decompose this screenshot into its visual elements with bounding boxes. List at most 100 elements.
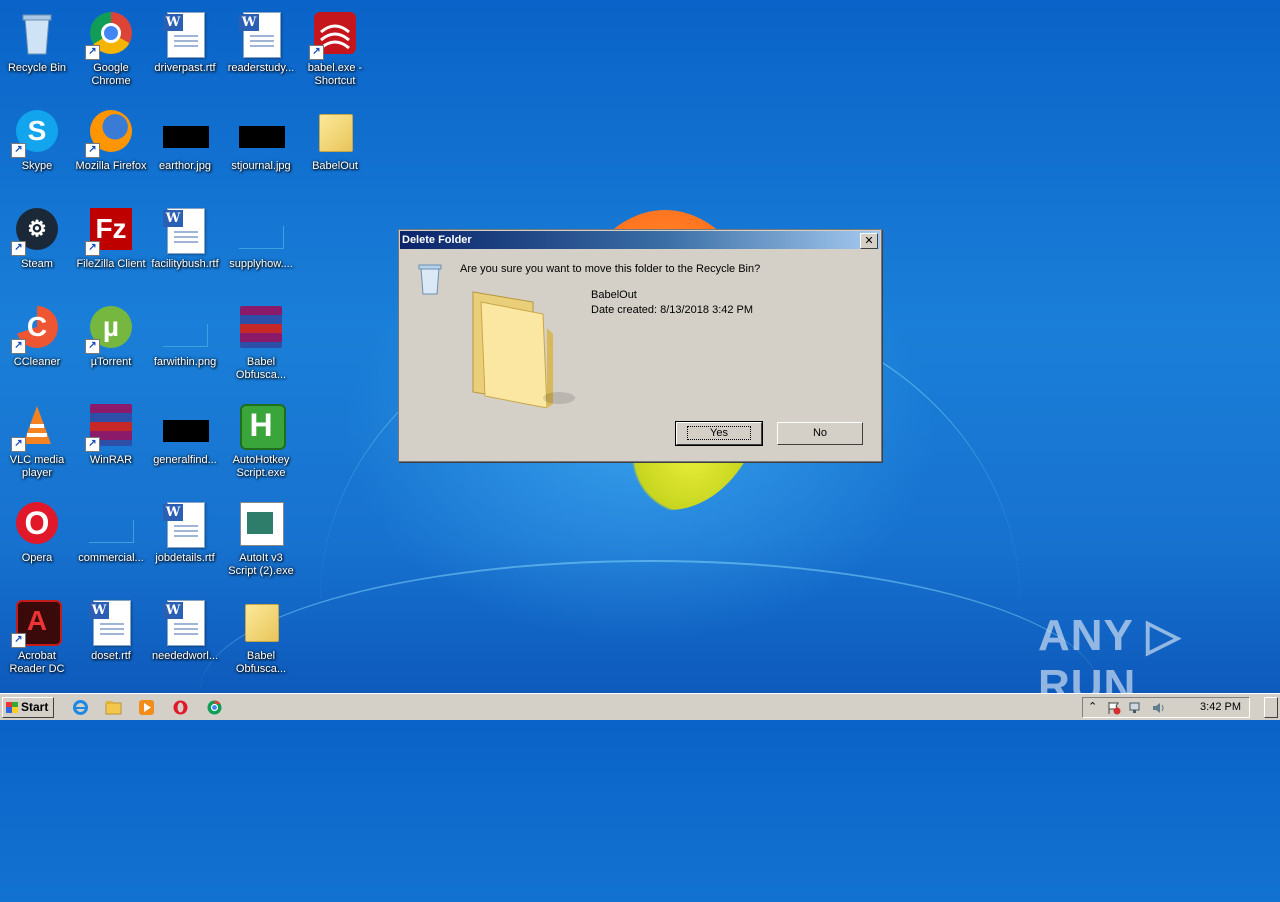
desktop-icon-label: BabelOut [312, 160, 358, 172]
desktop-icon-label: µTorrent [90, 356, 132, 368]
desktop-icon-label: CCleaner [13, 356, 61, 368]
desktop-icon-label: generalfind... [153, 454, 217, 466]
shortcut-arrow-icon: ↗ [85, 143, 100, 158]
shortcut-arrow-icon: ↗ [85, 241, 100, 256]
action-center-flag-icon[interactable] [1107, 701, 1121, 715]
taskbar: Start ⌃ 3:42 PM [0, 693, 1280, 720]
desktop-icon-acrobat[interactable]: A ↗ Acrobat Reader DC [0, 592, 74, 684]
desktop-icon-babelout[interactable]: BabelOut [298, 102, 372, 194]
image-thumbnail-icon [163, 126, 209, 148]
desktop-icon-babel-obfuscator-folder[interactable]: Babel Obfusca... [224, 592, 298, 684]
desktop-icon-driverpast[interactable]: W driverpast.rtf [148, 4, 222, 96]
desktop-icon-area: Recycle Bin S ↗ Skype ⚙ ↗ Steam C ↗ CCleane… [0, 0, 380, 690]
desktop-icon-recycle-bin[interactable]: Recycle Bin [0, 4, 74, 96]
no-button-label: No [812, 427, 828, 439]
autohotkey-icon: H [249, 407, 273, 443]
autoit-window-icon [247, 512, 273, 534]
desktop-icon-label: Mozilla Firefox [75, 160, 147, 172]
desktop-icon-label: readerstudy... [227, 62, 295, 74]
desktop-icon-opera[interactable]: O Opera [0, 494, 74, 586]
desktop-icon-label: facilitybush.rtf [151, 258, 219, 270]
desktop-icon-autoit[interactable]: AutoIt v3 Script (2).exe [224, 494, 298, 586]
image-thumbnail-icon [163, 420, 209, 442]
desktop-icon-label: Acrobat Reader DC [9, 650, 65, 675]
desktop-icon-label: farwithin.png [153, 356, 217, 368]
desktop-icon-label: AutoHotkey Script.exe [232, 454, 290, 479]
recycle-bin-icon [418, 264, 442, 295]
desktop-icon-label: Opera [21, 552, 53, 564]
desktop-icon-label: driverpast.rtf [154, 62, 216, 74]
desktop-icon-label: commercial... [78, 552, 144, 564]
desktop-icon-chrome[interactable]: ↗ Google Chrome [74, 4, 148, 96]
desktop-icon-label: earthor.jpg [159, 160, 211, 172]
desktop-icon-babel-shortcut[interactable]: ↗ babel.exe - Shortcut [298, 4, 372, 96]
desktop-icon-jobdetails[interactable]: W jobdetails.rtf [148, 494, 222, 586]
file-explorer-icon[interactable] [105, 699, 122, 716]
desktop-icon-label: Babel Obfusca... [235, 650, 287, 675]
desktop-icon-label: Recycle Bin [7, 62, 67, 74]
large-folder-icon [472, 291, 575, 408]
media-player-icon[interactable] [138, 699, 155, 716]
word-badge-icon: W [239, 14, 259, 31]
desktop-icon-skype[interactable]: S ↗ Skype [0, 102, 74, 194]
desktop-icon-filezilla[interactable]: Fz ↗ FileZilla Client [74, 200, 148, 292]
desktop-icon-readerstudy[interactable]: W readerstudy... [224, 4, 298, 96]
desktop-icon-neededworl[interactable]: W neededworl... [148, 592, 222, 684]
desktop-icon-label: VLC media player [9, 454, 65, 479]
dialog-titlebar[interactable]: Delete Folder ✕ [400, 231, 880, 249]
desktop-icon-label: supplyhow.... [229, 258, 293, 270]
desktop-icon-label: Babel Obfusca... [235, 356, 287, 381]
desktop-icon-supplyhow[interactable]: supplyhow.... [224, 200, 298, 292]
desktop-icon-generalfind[interactable]: generalfind... [148, 396, 222, 488]
word-badge-icon: W [163, 602, 183, 619]
desktop-icon-vlc[interactable]: ↗ VLC media player [0, 396, 74, 488]
desktop-icon-label: Google Chrome [91, 62, 131, 87]
desktop-icon-babel-obfuscator[interactable]: Babel Obfusca... [224, 298, 298, 390]
tray-expand-arrow-icon[interactable]: ⌃ [1088, 700, 1097, 713]
desktop-icon-doset[interactable]: W doset.rtf [74, 592, 148, 684]
desktop-icon-label: FileZilla Client [76, 258, 146, 270]
image-file-icon [239, 226, 284, 249]
shortcut-arrow-icon: ↗ [85, 437, 100, 452]
opera-taskbar-icon[interactable] [172, 699, 189, 716]
desktop-icon-earthor[interactable]: earthor.jpg [148, 102, 222, 194]
desktop-icon-steam[interactable]: ⚙ ↗ Steam [0, 200, 74, 292]
shortcut-arrow-icon: ↗ [11, 339, 26, 354]
network-icon[interactable] [1129, 701, 1143, 715]
desktop-icon-label: WinRAR [89, 454, 133, 466]
desktop-icon-autohotkey[interactable]: H AutoHotkey Script.exe [224, 396, 298, 488]
desktop-icon-commercial[interactable]: commercial... [74, 494, 148, 586]
shortcut-arrow-icon: ↗ [11, 437, 26, 452]
desktop-icon-farwithin[interactable]: farwithin.png [148, 298, 222, 390]
shortcut-arrow-icon: ↗ [309, 45, 324, 60]
dialog-title: Delete Folder [402, 234, 472, 246]
dialog-close-button[interactable]: ✕ [860, 233, 878, 249]
folder-icon [245, 604, 279, 642]
folder-icon [319, 114, 353, 152]
shortcut-arrow-icon: ↗ [11, 633, 26, 648]
no-button[interactable]: No [777, 422, 863, 445]
internet-explorer-icon[interactable] [72, 699, 89, 716]
start-button[interactable]: Start [2, 697, 54, 718]
recycle-bin-icon [22, 14, 52, 55]
yes-button[interactable]: Yes [675, 421, 763, 446]
winrar-archive-icon [240, 306, 282, 348]
folder-name: BabelOut [591, 289, 637, 301]
desktop-icon-label: doset.rtf [91, 650, 131, 662]
image-file-icon [163, 324, 208, 347]
desktop-icon-label: Skype [21, 160, 53, 172]
volume-icon[interactable] [1151, 701, 1165, 715]
image-file-icon [89, 520, 134, 543]
image-thumbnail-icon [239, 126, 285, 148]
chrome-taskbar-icon[interactable] [206, 699, 223, 716]
show-desktop-button[interactable] [1264, 697, 1278, 718]
desktop-icon-facilitybush[interactable]: W facilitybush.rtf [148, 200, 222, 292]
desktop-icon-utorrent[interactable]: µ ↗ µTorrent [74, 298, 148, 390]
taskbar-clock[interactable]: 3:42 PM [1200, 698, 1241, 717]
desktop-icon-ccleaner[interactable]: C ↗ CCleaner [0, 298, 74, 390]
desktop-icon-firefox[interactable]: ↗ Mozilla Firefox [74, 102, 148, 194]
desktop-icon-stjournal[interactable]: stjournal.jpg [224, 102, 298, 194]
shortcut-arrow-icon: ↗ [85, 339, 100, 354]
desktop-icon-label: AutoIt v3 Script (2).exe [228, 552, 294, 577]
desktop-icon-winrar[interactable]: ↗ WinRAR [74, 396, 148, 488]
